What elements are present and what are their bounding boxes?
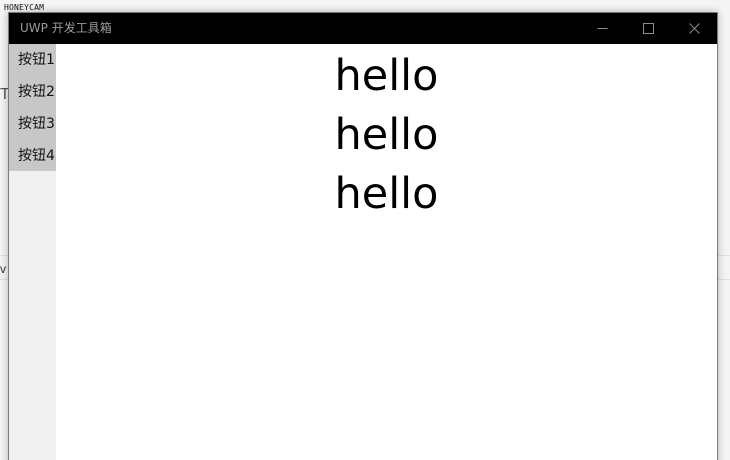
hello-text-1: hello (334, 51, 439, 101)
sidebar-navigation: 按钮1 按钮2 按钮3 按钮4 (9, 44, 56, 460)
close-icon (688, 23, 700, 34)
app-window: UWP 开发工具箱 按钮1 按钮2 按钮3 按钮4 hello hello he… (8, 12, 718, 460)
sidebar-button-2[interactable]: 按钮2 (9, 76, 56, 108)
close-button[interactable] (671, 13, 717, 44)
recording-watermark: HONEYCAM (4, 3, 45, 12)
window-titlebar[interactable]: UWP 开发工具箱 (9, 13, 717, 44)
main-content: hello hello hello (56, 44, 717, 460)
maximize-button[interactable] (625, 13, 671, 44)
minimize-button[interactable] (579, 13, 625, 44)
sidebar-button-list: 按钮1 按钮2 按钮3 按钮4 (9, 44, 56, 171)
background-text-fragment: v (0, 262, 6, 276)
hello-text-2: hello (334, 110, 439, 160)
window-title: UWP 开发工具箱 (20, 21, 112, 35)
sidebar-button-3[interactable]: 按钮3 (9, 108, 56, 140)
sidebar-button-4[interactable]: 按钮4 (9, 140, 56, 172)
maximize-icon (642, 23, 654, 34)
sidebar-button-1[interactable]: 按钮1 (9, 44, 56, 76)
minimize-icon (597, 28, 607, 29)
screenshot-stage: HONEYCAM T v UWP 开发工具箱 按钮1 按钮2 按钮3 按钮4 h… (0, 0, 730, 460)
hello-text-3: hello (334, 169, 439, 219)
